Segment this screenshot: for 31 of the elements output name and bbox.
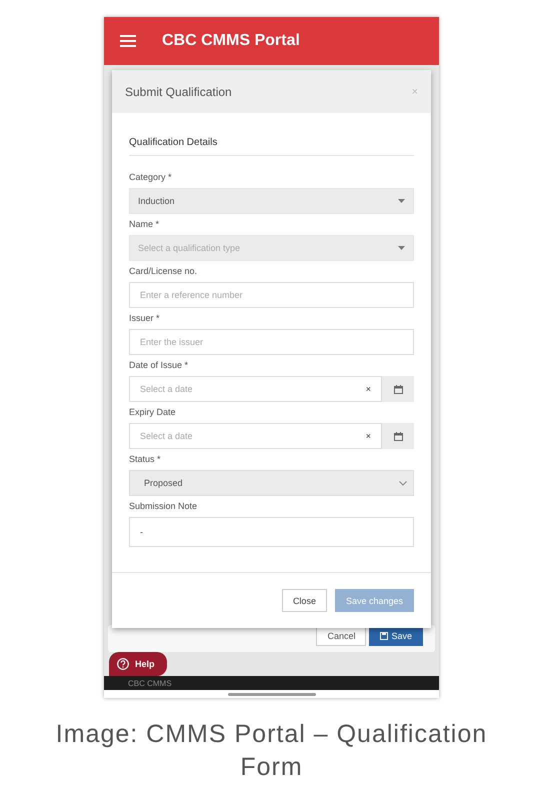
calendar-button[interactable] <box>382 376 414 402</box>
date-field[interactable]: Select a date × <box>129 376 382 402</box>
clear-button[interactable]: × <box>366 384 371 394</box>
field-label: Card/License no. <box>129 266 198 277</box>
field-label: Status * <box>129 454 161 465</box>
chevron-icon <box>399 480 407 486</box>
clear-button[interactable]: × <box>366 431 371 441</box>
calendar-button[interactable] <box>382 423 414 449</box>
field-label: Expiry Date <box>129 407 176 418</box>
field-label: Category * <box>129 172 172 183</box>
app-title: CBC CMMS Portal <box>162 32 300 50</box>
section-title: Qualification Details <box>129 137 414 156</box>
select-field[interactable]: Induction <box>129 188 414 214</box>
dialog-title: Submit Qualification <box>125 84 232 98</box>
field-label: Issuer * <box>129 313 160 324</box>
caret-icon <box>398 199 405 203</box>
field-label: Name * <box>129 219 160 230</box>
close-button[interactable]: Close <box>282 589 327 612</box>
calendar-icon <box>394 384 402 394</box>
dropdown-field[interactable]: Proposed <box>129 470 414 496</box>
field-label: Date of Issue * <box>129 360 188 371</box>
image-caption: Image: CMMS Portal – Qualification Form <box>54 719 488 783</box>
caret-icon <box>398 246 405 250</box>
question-icon <box>117 658 129 670</box>
text-area[interactable]: - <box>129 517 414 547</box>
footer-text: CBC CMMS <box>128 678 172 688</box>
calendar-icon <box>394 432 402 440</box>
date-field[interactable]: Select a date × <box>129 423 382 449</box>
field-label: Submission Note <box>129 501 198 512</box>
menu-icon[interactable] <box>120 35 136 47</box>
help-button[interactable]: Help <box>109 652 167 676</box>
